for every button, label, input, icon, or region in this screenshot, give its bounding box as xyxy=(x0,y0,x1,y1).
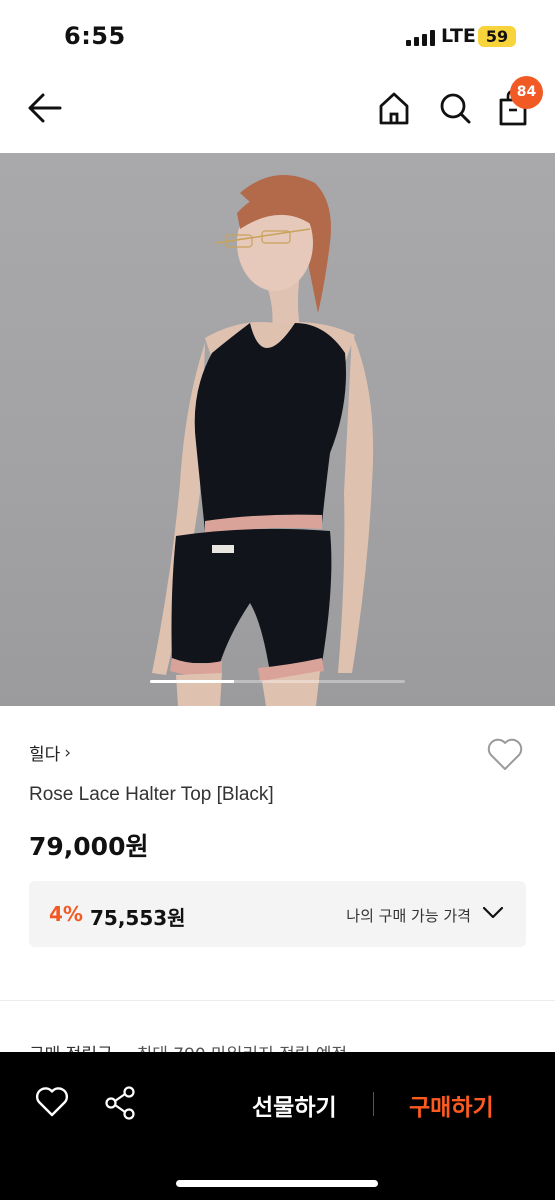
brand-name: 힐다 xyxy=(29,745,61,765)
network-label: LTE xyxy=(441,25,476,47)
battery-icon: 59 xyxy=(478,26,516,47)
search-icon[interactable] xyxy=(437,88,473,132)
discount-price: 75,553원 xyxy=(90,906,186,930)
buy-button[interactable]: 구매하기 xyxy=(409,1088,494,1122)
home-icon[interactable] xyxy=(377,88,411,132)
model-illustration xyxy=(152,175,374,706)
discount-percent: 4% xyxy=(49,902,83,926)
product-image[interactable] xyxy=(0,153,555,706)
chevron-right-icon: › xyxy=(64,742,72,763)
home-indicator xyxy=(176,1180,378,1187)
gallery-progress-fill xyxy=(150,680,235,683)
product-title: Rose Lace Halter Top [Black] xyxy=(29,784,274,805)
my-price-label: 나의 구매 가능 가격 xyxy=(346,907,471,925)
product-price: 79,000원 xyxy=(29,832,149,861)
bottom-action-bar: 선물하기 구매하기 xyxy=(0,1052,555,1200)
top-nav: 84 xyxy=(0,72,555,152)
cart-count-badge: 84 xyxy=(510,76,543,109)
section-divider xyxy=(0,1000,555,1001)
status-time: 6:55 xyxy=(64,22,126,50)
share-icon[interactable] xyxy=(104,1086,138,1124)
my-price-dropdown[interactable]: 4% 75,553원 나의 구매 가능 가격 xyxy=(29,881,526,947)
brand-link[interactable]: 힐다 › xyxy=(29,740,72,766)
gift-button[interactable]: 선물하기 xyxy=(252,1088,337,1122)
back-arrow-icon[interactable] xyxy=(26,88,64,132)
status-bar: 6:55 LTE 59 xyxy=(0,0,555,72)
signal-icon xyxy=(406,30,436,46)
gallery-progress xyxy=(150,680,405,683)
wishlist-heart-icon[interactable] xyxy=(486,736,524,776)
button-separator xyxy=(373,1092,374,1116)
chevron-down-icon xyxy=(482,905,504,925)
heart-icon[interactable] xyxy=(35,1086,69,1122)
